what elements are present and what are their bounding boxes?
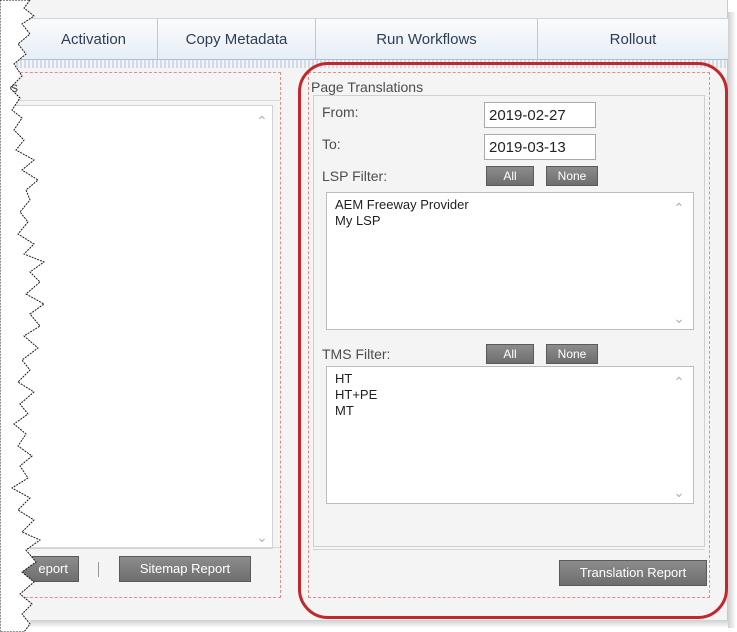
- lsp-all-button[interactable]: All: [486, 166, 534, 186]
- chevron-up-icon[interactable]: ⌃: [254, 114, 270, 128]
- tms-all-button[interactable]: All: [486, 344, 534, 364]
- tms-filter-label: TMS Filter:: [322, 346, 391, 362]
- chevron-down-icon[interactable]: ⌄: [671, 485, 687, 499]
- tms-none-button[interactable]: None: [546, 344, 598, 364]
- lsp-none-button[interactable]: None: [546, 166, 598, 186]
- tab-bar-divider: [0, 60, 728, 68]
- to-label: To:: [322, 136, 341, 152]
- chevron-down-icon[interactable]: ⌄: [671, 311, 687, 325]
- button-separator: [98, 562, 99, 577]
- list-item[interactable]: HT+PE: [335, 387, 377, 402]
- tms-filter-list[interactable]: HT HT+PE MT ⌃ ⌄: [326, 366, 694, 504]
- chevron-up-icon[interactable]: ⌃: [671, 375, 687, 389]
- chevron-up-icon[interactable]: ⌃: [671, 201, 687, 215]
- list-item[interactable]: MT: [335, 403, 354, 418]
- chevron-down-icon[interactable]: ⌄: [254, 530, 270, 544]
- from-label: From:: [322, 104, 359, 120]
- translation-report-button[interactable]: Translation Report: [559, 560, 707, 586]
- window-shadow: [30, 620, 736, 628]
- lsp-filter-list[interactable]: AEM Freeway Provider My LSP ⌃ ⌄: [326, 192, 694, 330]
- lsp-filter-label: LSP Filter:: [322, 168, 388, 184]
- to-date-input[interactable]: [484, 134, 596, 160]
- page-translations-panel: Page Translations From: To: LSP Filter: …: [308, 72, 710, 598]
- list-item[interactable]: HT: [335, 371, 352, 386]
- page-translations-title: Page Translations: [311, 79, 424, 95]
- sitemap-report-button[interactable]: Sitemap Report: [119, 556, 251, 582]
- list-item[interactable]: AEM Freeway Provider: [335, 197, 469, 212]
- page-translations-fieldset: From: To: LSP Filter: All None AEM Freew…: [313, 95, 705, 547]
- list-item[interactable]: My LSP: [335, 213, 381, 228]
- tab-bar: Activation Copy Metadata Run Workflows R…: [0, 18, 728, 60]
- dialog-window: Activation Copy Metadata Run Workflows R…: [0, 0, 728, 626]
- torn-edge: [0, 0, 46, 632]
- tab-run-workflows[interactable]: Run Workflows: [316, 19, 538, 60]
- window-shadow: [728, 12, 736, 628]
- tab-rollout[interactable]: Rollout: [538, 19, 728, 60]
- divider: [313, 549, 705, 550]
- from-date-input[interactable]: [484, 102, 596, 128]
- tab-copy-metadata[interactable]: Copy Metadata: [158, 19, 316, 60]
